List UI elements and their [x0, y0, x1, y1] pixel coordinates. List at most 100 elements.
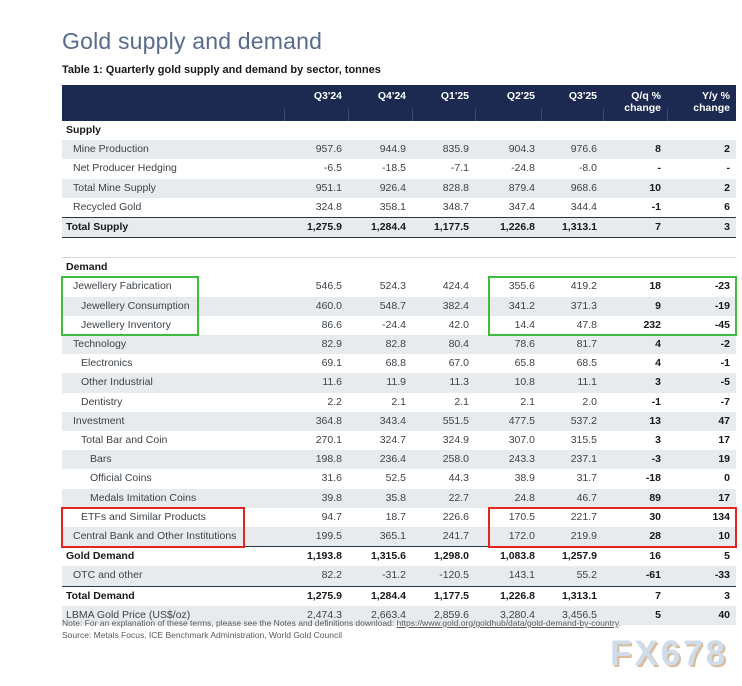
- table-row: Jewellery Fabrication546.5524.3424.4355.…: [62, 277, 736, 296]
- row-label: Jewellery Inventory: [81, 316, 171, 335]
- value-cell: -1: [603, 198, 667, 218]
- value-cell: 4: [603, 335, 667, 354]
- value-cell: -1: [667, 354, 736, 373]
- row-label: Other Industrial: [81, 373, 153, 392]
- table-row: Electronics69.168.867.065.868.54-1: [62, 354, 736, 373]
- value-cell: 82.9: [284, 335, 348, 354]
- row-label: Demand: [66, 258, 107, 277]
- page: Gold supply and demand Table 1: Quarterl…: [0, 0, 742, 686]
- value-cell: -7: [667, 393, 736, 412]
- row-label-cell: Supply: [62, 121, 284, 140]
- value-cell: 424.4: [412, 277, 475, 296]
- value-cell: 69.1: [284, 354, 348, 373]
- value-cell: 78.6: [475, 335, 541, 354]
- supply-demand-table: Q3'24 Q4'24 Q1'25 Q2'25 Q3'25 Q/q % chan…: [62, 85, 736, 625]
- value-cell: 219.9: [541, 527, 603, 547]
- value-cell: 1,315.6: [348, 547, 412, 567]
- header-cell-q1-25: Q1'25: [412, 85, 475, 121]
- value-cell: 477.5: [475, 412, 541, 431]
- row-label: Total Mine Supply: [73, 179, 156, 198]
- row-label: Gold Demand: [66, 547, 134, 566]
- value-cell: 9: [603, 297, 667, 316]
- row-label-cell: Electronics: [62, 354, 284, 373]
- row-label-cell: Bars: [62, 450, 284, 469]
- value-cell: 307.0: [475, 431, 541, 450]
- value-cell: 347.4: [475, 198, 541, 218]
- value-cell: 47.8: [541, 316, 603, 335]
- header-cell-q4-24: Q4'24: [348, 85, 412, 121]
- row-label: Technology: [73, 335, 126, 354]
- row-label-cell: Jewellery Fabrication: [62, 277, 284, 296]
- table-row: Medals Imitation Coins39.835.822.724.846…: [62, 489, 736, 508]
- value-cell: 198.8: [284, 450, 348, 469]
- row-label-cell: Central Bank and Other Institutions: [62, 527, 284, 547]
- row-label-cell: Mine Production: [62, 140, 284, 159]
- row-label-cell: Total Supply: [62, 218, 284, 238]
- value-cell: 17: [667, 489, 736, 508]
- value-cell: -7.1: [412, 159, 475, 178]
- value-cell: [475, 258, 541, 278]
- table-row: Investment364.8343.4551.5477.5537.21347: [62, 412, 736, 431]
- value-cell: [284, 121, 348, 140]
- value-cell: -18: [603, 469, 667, 488]
- value-cell: 89: [603, 489, 667, 508]
- row-label: Net Producer Hedging: [73, 159, 177, 178]
- table-row: Central Bank and Other Institutions199.5…: [62, 527, 736, 547]
- value-cell: 1,298.0: [412, 547, 475, 567]
- row-label-cell: Medals Imitation Coins: [62, 489, 284, 508]
- value-cell: 81.7: [541, 335, 603, 354]
- value-cell: 3: [667, 586, 736, 606]
- value-cell: 80.4: [412, 335, 475, 354]
- value-cell: 3: [603, 373, 667, 392]
- footnote-link[interactable]: https://www.gold.org/goldhub/data/gold-d…: [397, 618, 619, 628]
- table-row: Official Coins31.652.544.338.931.7-180: [62, 469, 736, 488]
- value-cell: 232: [603, 316, 667, 335]
- value-cell: 243.3: [475, 450, 541, 469]
- table-row: Jewellery Inventory86.6-24.442.014.447.8…: [62, 316, 736, 335]
- value-cell: 951.1: [284, 179, 348, 198]
- value-cell: 18: [603, 277, 667, 296]
- value-cell: 82.2: [284, 566, 348, 586]
- row-label: Mine Production: [73, 140, 149, 159]
- row-label-cell: Total Mine Supply: [62, 179, 284, 198]
- value-cell: 38.9: [475, 469, 541, 488]
- row-label: Total Supply: [66, 218, 128, 237]
- table-row: Bars198.8236.4258.0243.3237.1-319: [62, 450, 736, 469]
- row-label-cell: Jewellery Consumption: [62, 297, 284, 316]
- value-cell: -3: [603, 450, 667, 469]
- value-cell: 172.0: [475, 527, 541, 547]
- value-cell: 364.8: [284, 412, 348, 431]
- value-cell: 82.8: [348, 335, 412, 354]
- table-wrapper: Q3'24 Q4'24 Q1'25 Q2'25 Q3'25 Q/q % chan…: [62, 85, 736, 625]
- value-cell: -31.2: [348, 566, 412, 586]
- value-cell: 324.9: [412, 431, 475, 450]
- value-cell: 2: [667, 179, 736, 198]
- row-label: Electronics: [81, 354, 132, 373]
- value-cell: 19: [667, 450, 736, 469]
- row-label: Jewellery Consumption: [81, 297, 190, 316]
- row-label: Total Demand: [66, 587, 135, 606]
- table-row: Jewellery Consumption460.0548.7382.4341.…: [62, 297, 736, 316]
- value-cell: 976.6: [541, 140, 603, 159]
- value-cell: 22.7: [412, 489, 475, 508]
- value-cell: 344.4: [541, 198, 603, 218]
- table-row: Other Industrial11.611.911.310.811.13-5: [62, 373, 736, 392]
- value-cell: 3: [603, 431, 667, 450]
- value-cell: 10: [667, 527, 736, 547]
- row-label: Bars: [90, 450, 112, 469]
- value-cell: 341.2: [475, 297, 541, 316]
- value-cell: 8: [603, 140, 667, 159]
- table-row: Gold Demand1,193.81,315.61,298.01,083.81…: [62, 547, 736, 567]
- value-cell: 39.8: [284, 489, 348, 508]
- value-cell: 904.3: [475, 140, 541, 159]
- footnote-text: Note: For an explanation of these terms,…: [62, 618, 397, 628]
- value-cell: 199.5: [284, 527, 348, 547]
- value-cell: 40: [667, 606, 736, 625]
- value-cell: -5: [667, 373, 736, 392]
- value-cell: 270.1: [284, 431, 348, 450]
- value-cell: 944.9: [348, 140, 412, 159]
- table-row: Mine Production957.6944.9835.9904.3976.6…: [62, 140, 736, 159]
- table-row: Demand: [62, 258, 736, 278]
- value-cell: [284, 258, 348, 278]
- header-cell-yy-change: Y/y % change: [667, 85, 736, 121]
